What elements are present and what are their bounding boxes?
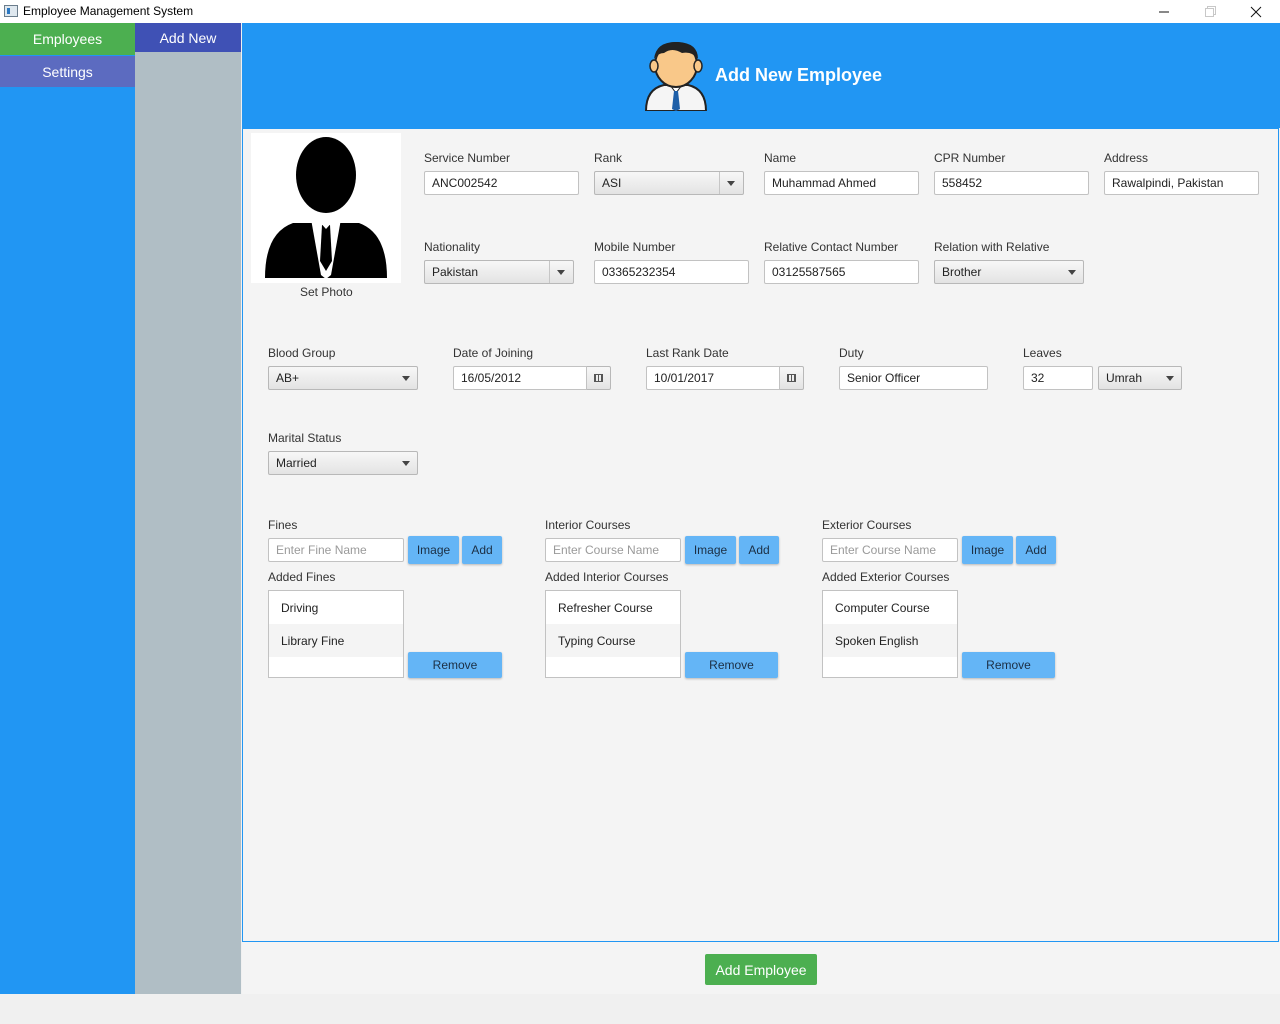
- exterior-course-input[interactable]: Enter Course Name: [822, 538, 958, 562]
- add-employee-button[interactable]: Add Employee: [705, 954, 817, 985]
- close-button[interactable]: [1233, 0, 1279, 23]
- photo-box[interactable]: [251, 133, 401, 283]
- list-item[interactable]: Typing Course: [546, 624, 680, 657]
- last-rank-date-picker[interactable]: 10/01/2017: [646, 366, 804, 390]
- nationality-label: Nationality: [424, 240, 481, 254]
- fine-name-input[interactable]: Enter Fine Name: [268, 538, 404, 562]
- date-of-joining-picker[interactable]: 16/05/2012: [453, 366, 611, 390]
- relation-value: Brother: [942, 265, 982, 279]
- leave-type-value: Umrah: [1106, 371, 1143, 385]
- last-rank-date-label: Last Rank Date: [646, 346, 729, 360]
- added-interior-courses-label: Added Interior Courses: [545, 570, 669, 584]
- added-exterior-courses-label: Added Exterior Courses: [822, 570, 950, 584]
- interior-course-input[interactable]: Enter Course Name: [545, 538, 681, 562]
- marital-status-value: Married: [276, 456, 317, 470]
- chevron-down-icon: [402, 461, 410, 466]
- page-title: Add New Employee: [715, 65, 883, 85]
- nationality-select[interactable]: Pakistan: [424, 260, 574, 284]
- fine-add-button[interactable]: Add: [462, 536, 502, 564]
- sub-nav: Add New: [135, 23, 241, 994]
- fines-list[interactable]: Driving Library Fine: [268, 590, 404, 678]
- leave-type-select[interactable]: Umrah: [1098, 366, 1182, 390]
- cpr-number-field[interactable]: 558452: [934, 171, 1089, 195]
- person-silhouette-icon: [265, 137, 387, 279]
- interior-remove-button[interactable]: Remove: [685, 652, 778, 678]
- exterior-courses-list[interactable]: Computer Course Spoken English: [822, 590, 958, 678]
- cpr-number-label: CPR Number: [934, 151, 1006, 165]
- leaves-label: Leaves: [1023, 346, 1062, 360]
- name-label: Name: [764, 151, 797, 165]
- chevron-down-icon: [727, 181, 735, 186]
- interior-courses-label: Interior Courses: [545, 518, 631, 532]
- maximize-button[interactable]: [1187, 0, 1233, 23]
- blood-group-label: Blood Group: [268, 346, 336, 360]
- leaves-field[interactable]: 32: [1023, 366, 1093, 390]
- last-rank-date-field[interactable]: 10/01/2017: [646, 366, 780, 390]
- mobile-number-label: Mobile Number: [594, 240, 676, 254]
- set-photo-label[interactable]: Set Photo: [300, 285, 353, 299]
- nav-employees[interactable]: Employees: [0, 23, 135, 55]
- chevron-down-icon: [1166, 376, 1174, 381]
- list-item[interactable]: Driving: [269, 591, 403, 624]
- mobile-number-field[interactable]: 03365232354: [594, 260, 749, 284]
- fines-label: Fines: [268, 518, 298, 532]
- list-item[interactable]: Refresher Course: [546, 591, 680, 624]
- chevron-down-icon: [1068, 270, 1076, 275]
- app-icon: [4, 5, 18, 17]
- duty-field[interactable]: Senior Officer: [839, 366, 988, 390]
- minimize-button[interactable]: [1141, 0, 1187, 23]
- name-field[interactable]: Muhammad Ahmed: [764, 171, 919, 195]
- date-of-joining-field[interactable]: 16/05/2012: [453, 366, 587, 390]
- relation-select[interactable]: Brother: [934, 260, 1084, 284]
- window-title: Employee Management System: [23, 4, 194, 18]
- calendar-icon: [594, 374, 603, 382]
- blood-group-value: AB+: [276, 371, 300, 385]
- fine-remove-button[interactable]: Remove: [408, 652, 502, 678]
- address-field[interactable]: Rawalpindi, Pakistan: [1104, 171, 1259, 195]
- nationality-value: Pakistan: [432, 265, 479, 279]
- employee-avatar-icon: [644, 41, 708, 111]
- added-fines-label: Added Fines: [268, 570, 336, 584]
- exterior-add-button[interactable]: Add: [1016, 536, 1056, 564]
- title-bar: Employee Management System: [0, 0, 1280, 23]
- fine-image-button[interactable]: Image: [408, 536, 459, 564]
- page-header: Add New Employee: [242, 23, 1280, 128]
- restore-icon: [1204, 6, 1216, 17]
- nav-settings[interactable]: Settings: [0, 56, 135, 87]
- interior-add-button[interactable]: Add: [739, 536, 779, 564]
- rank-value: ASI: [602, 176, 622, 190]
- window-bottom: [0, 994, 1280, 1024]
- blood-group-select[interactable]: AB+: [268, 366, 418, 390]
- duty-label: Duty: [839, 346, 864, 360]
- main-nav: Employees Settings: [0, 23, 135, 994]
- chevron-down-icon: [557, 270, 565, 275]
- calendar-button[interactable]: [587, 366, 611, 390]
- interior-image-button[interactable]: Image: [685, 536, 736, 564]
- list-item[interactable]: Library Fine: [269, 624, 403, 657]
- close-icon: [1250, 6, 1262, 17]
- date-of-joining-label: Date of Joining: [453, 346, 534, 360]
- calendar-button[interactable]: [780, 366, 804, 390]
- rank-label: Rank: [594, 151, 623, 165]
- marital-status-select[interactable]: Married: [268, 451, 418, 475]
- service-number-label: Service Number: [424, 151, 511, 165]
- list-item[interactable]: Computer Course: [823, 591, 957, 624]
- service-number-field[interactable]: ANC002542: [424, 171, 579, 195]
- relative-contact-field[interactable]: 03125587565: [764, 260, 919, 284]
- relative-contact-label: Relative Contact Number: [764, 240, 899, 254]
- exterior-courses-label: Exterior Courses: [822, 518, 912, 532]
- relation-label: Relation with Relative: [934, 240, 1050, 254]
- subnav-add-new[interactable]: Add New: [135, 23, 241, 52]
- chevron-down-icon: [402, 376, 410, 381]
- marital-status-label: Marital Status: [268, 431, 342, 445]
- list-item[interactable]: Spoken English: [823, 624, 957, 657]
- rank-select[interactable]: ASI: [594, 171, 744, 195]
- exterior-image-button[interactable]: Image: [962, 536, 1013, 564]
- address-label: Address: [1104, 151, 1149, 165]
- exterior-remove-button[interactable]: Remove: [962, 652, 1055, 678]
- interior-courses-list[interactable]: Refresher Course Typing Course: [545, 590, 681, 678]
- calendar-icon: [787, 374, 796, 382]
- minimize-icon: [1158, 11, 1169, 13]
